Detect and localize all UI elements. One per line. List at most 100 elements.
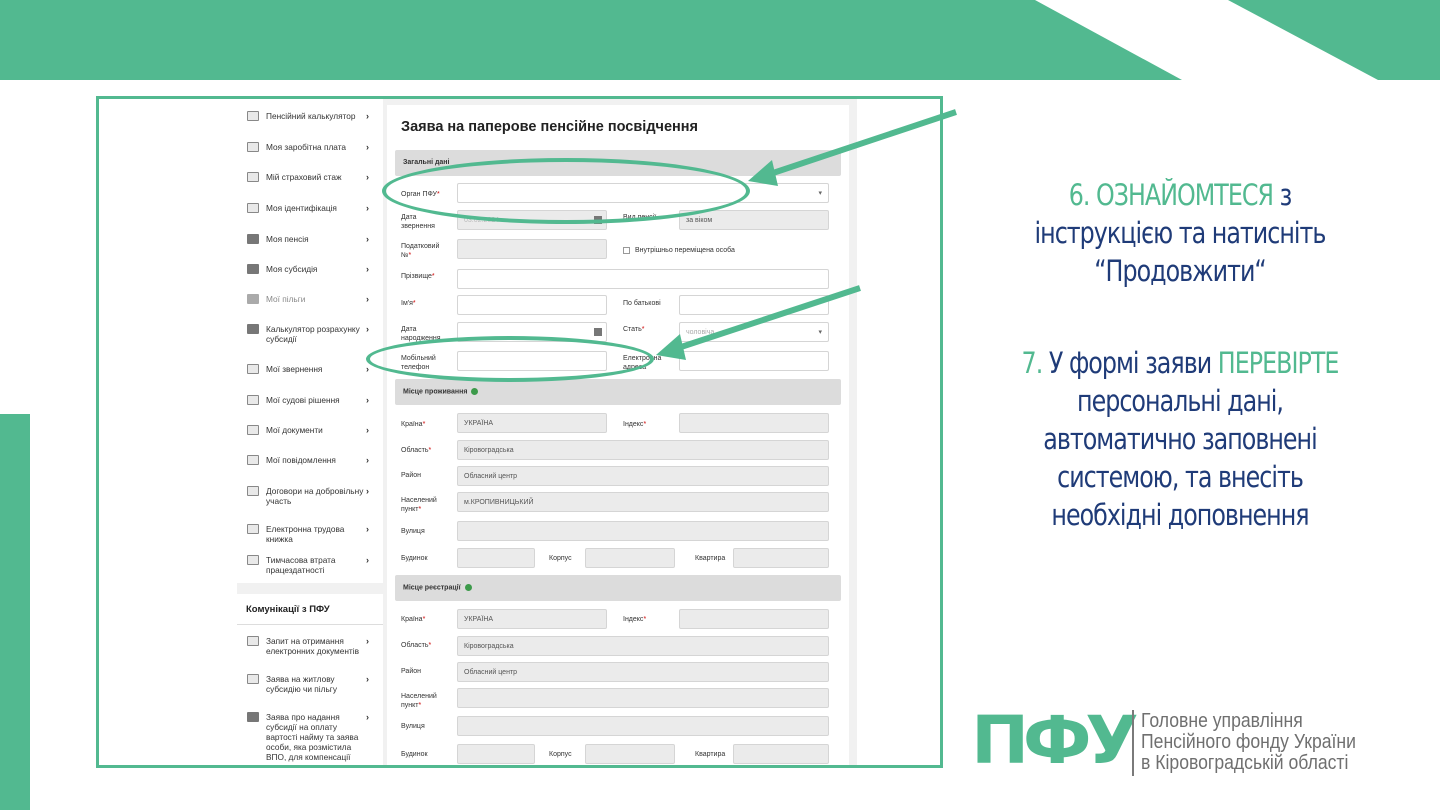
- section-registration: Місце реєстрації: [395, 575, 841, 601]
- pfu-logo-text: Головне управління Пенсійного фонду Укра…: [1141, 710, 1356, 774]
- chevron-right-icon: ›: [366, 203, 369, 213]
- sidebar-item-my-benefits[interactable]: Мої пільги ›: [237, 294, 383, 304]
- sidebar-item-my-pension[interactable]: Моя пенсія ›: [237, 234, 383, 244]
- sidebar-item-insurance-record[interactable]: Мій страховий стаж ›: [237, 172, 383, 182]
- reg-region-input[interactable]: Кіровоградська: [457, 636, 829, 656]
- reg-house-label: Будинок: [401, 751, 428, 758]
- name-label: Ім'я*: [401, 300, 416, 307]
- district-label: Район: [401, 472, 421, 479]
- book-icon: [247, 524, 259, 534]
- folder-icon: [247, 712, 259, 722]
- reg-street-input[interactable]: [457, 716, 829, 736]
- country-label: Країна*: [401, 421, 426, 428]
- id-card-icon: [247, 203, 259, 213]
- communications-panel: Комунікації з ПФУ Запит на отримання еле…: [237, 594, 383, 765]
- settlement-label: Населений пункт*: [401, 497, 437, 513]
- sidebar-item-pension-calculator[interactable]: Пенсійний калькулятор ›: [237, 111, 383, 121]
- mail-icon: [247, 364, 259, 374]
- chevron-down-icon: ▾: [818, 190, 822, 197]
- sidebar-item-salary[interactable]: Моя заробітна плата ›: [237, 142, 383, 152]
- sidebar-item-my-subsidy[interactable]: Моя субсидія ›: [237, 264, 383, 274]
- folder-icon: [247, 324, 259, 334]
- region-label: Область*: [401, 447, 432, 454]
- chevron-right-icon: ›: [366, 264, 369, 274]
- chevron-down-icon: ▾: [818, 329, 822, 336]
- chevron-right-icon: ›: [366, 395, 369, 405]
- idp-checkbox[interactable]: [623, 247, 630, 254]
- apartment-input[interactable]: [733, 548, 829, 568]
- comm-item-electronic-documents[interactable]: Запит на отримання електронних документі…: [237, 636, 383, 656]
- sidebar-item-temporary-disability[interactable]: Тимчасова втрата працездатності ›: [237, 555, 383, 575]
- house-input[interactable]: [457, 548, 535, 568]
- reg-country-input[interactable]: УКРАЇНА: [457, 609, 607, 629]
- chevron-right-icon: ›: [366, 294, 369, 304]
- reg-district-input[interactable]: Обласний центр: [457, 662, 829, 682]
- reg-settlement-label: Населений пункт*: [401, 693, 437, 709]
- reg-apartment-label: Квартира: [695, 751, 726, 758]
- chevron-right-icon: ›: [366, 636, 369, 646]
- index-label: Індекс*: [623, 421, 647, 428]
- sidebar-item-notifications[interactable]: Мої повідомлення ›: [237, 455, 383, 465]
- street-input[interactable]: [457, 521, 829, 541]
- section-residence: Місце проживання: [395, 379, 841, 405]
- folder-icon: [247, 294, 259, 304]
- reg-region-label: Область*: [401, 642, 432, 649]
- chevron-right-icon: ›: [366, 142, 369, 152]
- envelope-icon: [247, 455, 259, 465]
- tax-label: Податковий №*: [401, 243, 440, 259]
- building-input[interactable]: [585, 548, 675, 568]
- street-label: Вулиця: [401, 528, 425, 535]
- index-input[interactable]: [679, 413, 829, 433]
- info-icon: [471, 388, 479, 395]
- apartment-label: Квартира: [695, 555, 726, 562]
- step7-instruction: 7. У формі заяви ПЕРЕВІРТЕ персональні д…: [1021, 346, 1340, 532]
- sidebar-item-subsidy-calculator[interactable]: Калькулятор розрахунку субсидії ›: [237, 324, 383, 344]
- region-input[interactable]: Кіровоградська: [457, 440, 829, 460]
- reg-settlement-input[interactable]: [457, 688, 829, 708]
- sidebar-item-work-book[interactable]: Електронна трудова книжка ›: [237, 524, 383, 544]
- chevron-right-icon: ›: [366, 364, 369, 374]
- reg-house-input[interactable]: [457, 744, 535, 764]
- sidebar-item-identification[interactable]: Моя ідентифікація ›: [237, 203, 383, 213]
- calendar-icon: [247, 172, 259, 182]
- house-label: Будинок: [401, 555, 428, 562]
- reg-building-input[interactable]: [585, 744, 675, 764]
- chevron-right-icon: ›: [366, 555, 369, 565]
- reg-street-label: Вулиця: [401, 723, 425, 730]
- email-input[interactable]: [679, 351, 829, 371]
- chevron-right-icon: ›: [366, 324, 369, 334]
- sidebar-item-court-decisions[interactable]: Мої судові рішення ›: [237, 395, 383, 405]
- sidebar-item-voluntary-agreements[interactable]: Договори на добровільну участь ›: [237, 486, 383, 506]
- folder-icon: [247, 234, 259, 244]
- tax-input[interactable]: [457, 239, 607, 259]
- calendar-icon: [594, 328, 602, 336]
- chevron-right-icon: ›: [366, 486, 369, 496]
- form-title: Заява на паперове пенсійне посвідчення: [401, 119, 698, 135]
- patronymic-input[interactable]: [679, 295, 829, 315]
- envelope-icon: [247, 486, 259, 496]
- name-input[interactable]: [457, 295, 607, 315]
- reg-index-input[interactable]: [679, 609, 829, 629]
- chevron-right-icon: ›: [366, 111, 369, 121]
- reg-index-label: Індекс*: [623, 616, 647, 623]
- comm-item-housing-subsidy[interactable]: Заява на житлову субсидію чи пільгу ›: [237, 674, 383, 694]
- district-input[interactable]: Обласний центр: [457, 466, 829, 486]
- sex-select[interactable]: чоловіча ▾: [679, 322, 829, 342]
- reg-district-label: Район: [401, 668, 421, 675]
- surname-input[interactable]: [457, 269, 829, 289]
- pfu-logo: ПФУ: [971, 702, 1139, 779]
- settlement-input[interactable]: м.КРОПИВНИЦЬКИЙ: [457, 492, 829, 512]
- info-icon: [464, 584, 472, 591]
- surname-label: Прізвище*: [401, 273, 435, 280]
- sidebar: Пенсійний калькулятор › Моя заробітна пл…: [237, 99, 383, 583]
- idp-label: Внутрішньо переміщена особа: [635, 247, 735, 254]
- chevron-right-icon: ›: [366, 234, 369, 244]
- communications-title: Комунікації з ПФУ: [246, 604, 330, 615]
- sidebar-item-my-documents[interactable]: Мої документи ›: [237, 425, 383, 435]
- reg-apartment-input[interactable]: [733, 744, 829, 764]
- sidebar-item-my-requests[interactable]: Мої звернення ›: [237, 364, 383, 374]
- chevron-right-icon: ›: [366, 674, 369, 684]
- wallet-icon: [247, 142, 259, 152]
- comm-item-rent-subsidy[interactable]: Заява про надання субсидії на оплату вар…: [237, 712, 383, 765]
- country-input[interactable]: УКРАЇНА: [457, 413, 607, 433]
